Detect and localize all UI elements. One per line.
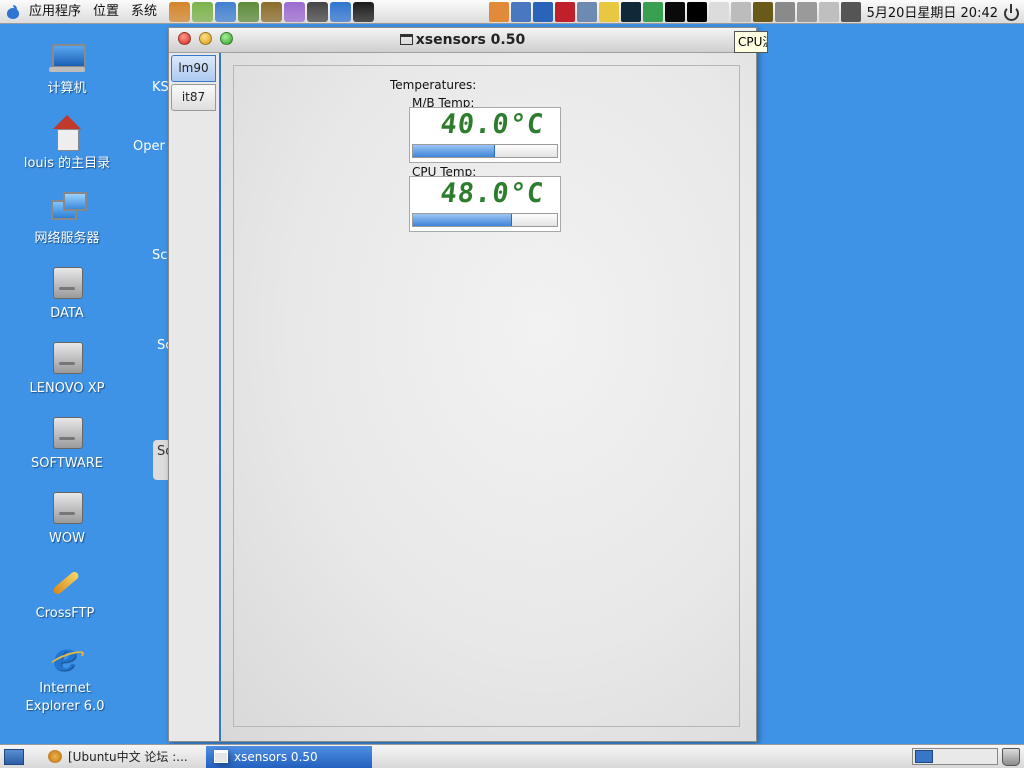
window-icon bbox=[214, 750, 228, 763]
tab-lm90[interactable]: lm90 bbox=[171, 55, 216, 82]
apple-logo-icon[interactable] bbox=[7, 4, 19, 19]
desktop-icon-internet-explorer[interactable]: Internet Explorer 6.0 bbox=[5, 634, 125, 716]
cpu-temp-value: 48.0°C bbox=[410, 178, 560, 209]
tray-icon[interactable] bbox=[576, 1, 597, 22]
sensor-chip-icon[interactable] bbox=[752, 1, 773, 22]
crossftp-icon bbox=[47, 565, 83, 601]
taskbar-item-browser[interactable]: [Ubuntu中文 论坛 :... bbox=[40, 746, 204, 768]
monitor-applet-icon[interactable] bbox=[642, 1, 663, 22]
home-folder-icon bbox=[49, 115, 85, 151]
drive-icon bbox=[49, 490, 85, 526]
main-menu: 应用程序 位置 系统 bbox=[0, 0, 163, 24]
desktop-icon-home[interactable]: louis 的主目录 bbox=[7, 115, 127, 173]
browser-icon bbox=[48, 750, 62, 763]
monitor-applet-icon[interactable] bbox=[686, 1, 707, 22]
cpu-temp-bar bbox=[412, 213, 558, 227]
power-icon[interactable] bbox=[1002, 3, 1020, 21]
terminal-icon[interactable] bbox=[353, 1, 375, 22]
desktop-icon-lenovo-xp[interactable]: LENOVO XP bbox=[7, 340, 127, 398]
desktop-icon-label: Internet Explorer 6.0 bbox=[25, 681, 105, 714]
volume-icon[interactable] bbox=[818, 1, 839, 22]
desktop-icon-label: louis 的主目录 bbox=[23, 156, 111, 171]
mb-temp-display: 40.0°C bbox=[409, 107, 561, 163]
launcher-icon[interactable] bbox=[238, 1, 260, 22]
workspace-switcher[interactable] bbox=[912, 748, 998, 765]
drive-icon bbox=[49, 265, 85, 301]
tray-icon[interactable] bbox=[708, 1, 729, 22]
desktop-icon-crossftp[interactable]: CrossFTP bbox=[5, 565, 125, 623]
window-title-text: xsensors 0.50 bbox=[415, 32, 526, 48]
desktop-icon-label: CrossFTP bbox=[35, 606, 95, 621]
panel-frame bbox=[233, 65, 740, 727]
desktop-icon-software[interactable]: SOFTWARE bbox=[7, 415, 127, 473]
launcher-bar bbox=[169, 1, 375, 22]
menu-applications[interactable]: 应用程序 bbox=[23, 0, 87, 24]
desktop-icon-network[interactable]: 网络服务器 bbox=[7, 190, 127, 248]
mb-temp-bar bbox=[412, 144, 558, 158]
task-label: xsensors 0.50 bbox=[234, 750, 318, 764]
tab-it87[interactable]: it87 bbox=[171, 84, 216, 111]
tray-icon[interactable] bbox=[510, 1, 531, 22]
mb-temp-value: 40.0°C bbox=[410, 109, 560, 140]
internet-explorer-icon bbox=[47, 634, 83, 679]
launcher-icon[interactable] bbox=[261, 1, 283, 22]
cpu-temp-display: 48.0°C bbox=[409, 176, 561, 232]
launcher-icon[interactable] bbox=[169, 1, 191, 22]
top-panel: 应用程序 位置 系统 5月20日星期日 20:42 bbox=[0, 0, 1024, 24]
desktop-icon-computer[interactable]: 计算机 bbox=[7, 40, 127, 98]
desktop-icon-label: DATA bbox=[50, 306, 84, 321]
desktop-icon-label: 网络服务器 bbox=[34, 231, 100, 246]
menu-places[interactable]: 位置 bbox=[87, 0, 125, 24]
desktop-icon-label: SOFTWARE bbox=[31, 456, 103, 471]
network-icon[interactable] bbox=[840, 1, 861, 22]
launcher-icon[interactable] bbox=[192, 1, 214, 22]
network-servers-icon bbox=[49, 190, 87, 226]
mb-temp-bar-fill bbox=[413, 145, 495, 157]
tray-icon[interactable] bbox=[774, 1, 795, 22]
ruby-icon[interactable] bbox=[554, 1, 575, 22]
tray-icon[interactable] bbox=[730, 1, 751, 22]
background-window-text: Sc bbox=[152, 248, 168, 263]
launcher-icon[interactable] bbox=[215, 1, 237, 22]
media-play-icon[interactable] bbox=[532, 1, 553, 22]
workspace-1[interactable] bbox=[915, 750, 933, 763]
background-window-text: Oper bbox=[133, 139, 165, 154]
launcher-icon[interactable] bbox=[284, 1, 306, 22]
clock[interactable]: 5月20日星期日 20:42 bbox=[861, 2, 1002, 21]
cpu-temp-bar-fill bbox=[413, 214, 512, 226]
monitor-applet-icon[interactable] bbox=[664, 1, 685, 22]
bottom-panel: [Ubuntu中文 论坛 :... xsensors 0.50 bbox=[0, 744, 1024, 768]
xsensors-window: xsensors 0.50 lm90 it87 Temperatures: M/… bbox=[168, 27, 757, 742]
launcher-icon[interactable] bbox=[330, 1, 352, 22]
window-titlebar[interactable]: xsensors 0.50 bbox=[169, 28, 756, 53]
task-label: [Ubuntu中文 论坛 :... bbox=[68, 750, 188, 764]
launcher-icon[interactable] bbox=[307, 1, 329, 22]
show-desktop-icon[interactable] bbox=[4, 749, 24, 765]
desktop-icon-wow[interactable]: WOW bbox=[7, 490, 127, 548]
monitor-applet-icon[interactable] bbox=[620, 1, 641, 22]
window-icon bbox=[399, 34, 413, 45]
desktop-icon-label: LENOVO XP bbox=[29, 381, 105, 396]
fan-icon[interactable] bbox=[796, 1, 817, 22]
notes-icon[interactable] bbox=[598, 1, 619, 22]
menu-system[interactable]: 系统 bbox=[125, 0, 163, 24]
temperatures-heading: Temperatures: bbox=[390, 78, 477, 92]
system-tray bbox=[488, 1, 861, 22]
desktop-icon-label: 计算机 bbox=[47, 81, 87, 96]
drive-icon bbox=[49, 415, 85, 451]
trash-icon[interactable] bbox=[1002, 748, 1020, 766]
window-title: xsensors 0.50 bbox=[169, 28, 756, 52]
computer-icon bbox=[49, 40, 86, 76]
background-window-text: KS bbox=[152, 80, 169, 95]
desktop-icon-data[interactable]: DATA bbox=[7, 265, 127, 323]
drive-icon bbox=[49, 340, 85, 376]
tray-icon[interactable] bbox=[488, 1, 509, 22]
sensor-tooltip: CPU温 bbox=[734, 31, 768, 53]
desktop-icon-label: WOW bbox=[49, 531, 85, 546]
chip-tabs: lm90 it87 bbox=[169, 53, 221, 741]
taskbar-item-xsensors[interactable]: xsensors 0.50 bbox=[206, 746, 372, 768]
